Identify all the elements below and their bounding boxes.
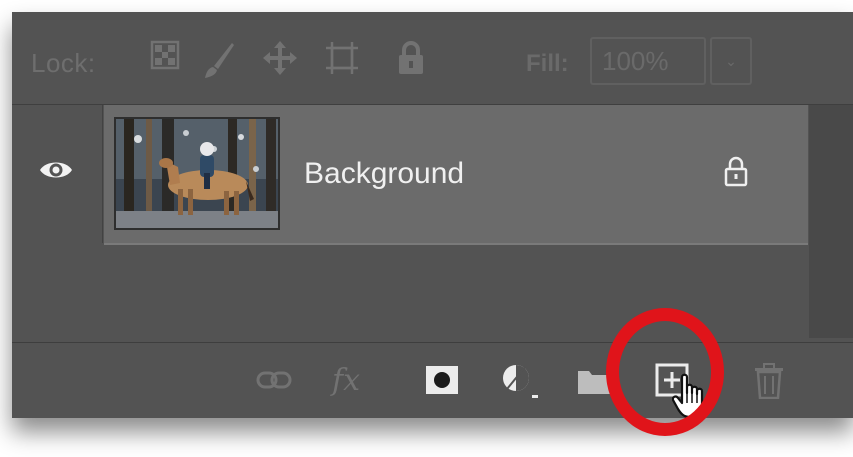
- layer-thumbnail: [114, 117, 280, 230]
- layers-panel: Lock: Fill: 100% ⌄ Background fx: [12, 12, 853, 418]
- add-mask-icon[interactable]: [426, 366, 458, 399]
- layers-footer: fx: [12, 342, 853, 418]
- lock-position-icon[interactable]: [262, 40, 298, 81]
- layer-visibility-cell[interactable]: [12, 105, 103, 243]
- lock-transparent-pixels-icon[interactable]: [150, 40, 180, 75]
- lock-bar: Lock: Fill: 100% ⌄: [12, 12, 853, 105]
- layer-row-background[interactable]: Background: [104, 105, 808, 245]
- hand-pointer-cursor: [671, 373, 714, 418]
- lock-image-pixels-icon[interactable]: [202, 40, 236, 85]
- layers-scrollbar[interactable]: [809, 105, 853, 338]
- lock-artboard-icon[interactable]: [324, 40, 360, 81]
- lock-label: Lock:: [31, 48, 96, 78]
- layers-list: Background: [12, 105, 853, 338]
- padlock-icon: [722, 155, 750, 192]
- chevron-down-icon[interactable]: ⌄: [710, 37, 752, 85]
- fill-input[interactable]: 100%: [590, 37, 706, 85]
- lock-all-icon[interactable]: [396, 40, 426, 81]
- fx-icon[interactable]: fx: [332, 363, 360, 398]
- link-layers-icon[interactable]: [256, 369, 292, 396]
- eye-icon[interactable]: [39, 158, 73, 187]
- adjustment-layer-icon[interactable]: [499, 361, 539, 406]
- layer-name[interactable]: Background: [304, 157, 464, 191]
- fill-label: Fill:: [526, 50, 569, 77]
- new-group-icon[interactable]: [577, 367, 611, 400]
- delete-layer-icon[interactable]: [754, 363, 784, 404]
